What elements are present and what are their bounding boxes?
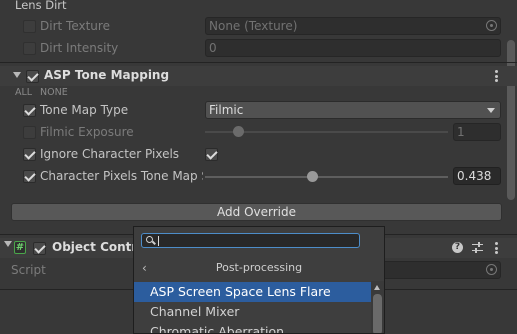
add-override-button[interactable]: Add Override (11, 203, 502, 221)
dirt-intensity-label: Dirt Intensity (40, 41, 119, 55)
popup-item-chromatic-aberration[interactable]: Chromatic Aberration (134, 322, 371, 333)
text-caret (158, 236, 159, 246)
script-icon: # (14, 241, 26, 254)
character-pixels-slider-track[interactable] (205, 176, 448, 178)
more-menu-icon[interactable] (495, 70, 498, 82)
ignore-character-pixels-label: Ignore Character Pixels (40, 147, 180, 161)
foldout-arrow-icon[interactable] (13, 72, 21, 78)
add-override-popup: ‹ Post-processing ASP Screen Space Lens … (133, 226, 385, 334)
tone-map-type-value: Filmic (209, 103, 244, 117)
tone-map-type-override-checkbox[interactable] (23, 104, 36, 117)
popup-search-input[interactable] (141, 233, 360, 248)
ignore-character-pixels-checkbox[interactable] (205, 148, 218, 161)
object-control-title: Object Contro (52, 240, 146, 254)
inspector-scrollbar[interactable] (507, 40, 515, 200)
tone-mapping-enabled-checkbox[interactable] (26, 70, 39, 83)
object-picker-icon[interactable] (486, 20, 497, 31)
all-link[interactable]: ALL (15, 87, 32, 98)
character-pixels-slider-thumb[interactable] (306, 171, 318, 182)
character-pixels-field[interactable]: 0.438 (453, 167, 501, 185)
filmic-exposure-label: Filmic Exposure (40, 125, 134, 139)
chevron-down-icon (487, 108, 495, 113)
popup-item-asp-screen-space-lens-flare[interactable]: ASP Screen Space Lens Flare (134, 282, 371, 302)
object-picker-icon (486, 264, 497, 275)
filmic-exposure-override-checkbox[interactable] (23, 126, 36, 139)
lens-dirt-title: Lens Dirt (15, 0, 67, 12)
help-icon[interactable]: ? (452, 242, 463, 253)
ignore-character-pixels-override-checkbox[interactable] (23, 148, 36, 161)
script-label: Script (11, 263, 46, 277)
more-menu-icon[interactable] (495, 242, 498, 254)
tone-map-type-dropdown[interactable]: Filmic (205, 101, 501, 119)
dirt-texture-value: None (Texture) (209, 19, 298, 33)
filmic-exposure-field[interactable]: 1 (453, 123, 501, 141)
preset-icon[interactable] (472, 242, 483, 253)
none-link[interactable]: NONE (40, 87, 68, 98)
character-pixels-label: Character Pixels Tone Map S (40, 169, 203, 183)
popup-category-header: Post-processing (215, 261, 303, 274)
object-control-enabled-checkbox[interactable] (33, 242, 46, 255)
dirt-texture-override-checkbox[interactable] (23, 20, 36, 33)
script-object-field (380, 261, 501, 279)
foldout-arrow-icon[interactable] (4, 241, 12, 247)
popup-item-channel-mixer[interactable]: Channel Mixer (134, 302, 371, 322)
dirt-texture-label: Dirt Texture (40, 19, 110, 33)
dirt-texture-object-field[interactable]: None (Texture) (205, 17, 501, 35)
dirt-intensity-field[interactable]: 0 (205, 39, 501, 57)
filmic-exposure-slider-thumb[interactable] (232, 126, 244, 137)
character-pixels-override-checkbox[interactable] (23, 170, 36, 183)
tone-mapping-title: ASP Tone Mapping (44, 68, 170, 82)
tone-map-type-label: Tone Map Type (40, 103, 129, 117)
popup-scrollbar-thumb[interactable] (373, 294, 382, 333)
popup-scrollbar[interactable] (371, 281, 384, 333)
dirt-intensity-override-checkbox[interactable] (23, 42, 36, 55)
scroll-up-icon[interactable] (374, 285, 380, 290)
